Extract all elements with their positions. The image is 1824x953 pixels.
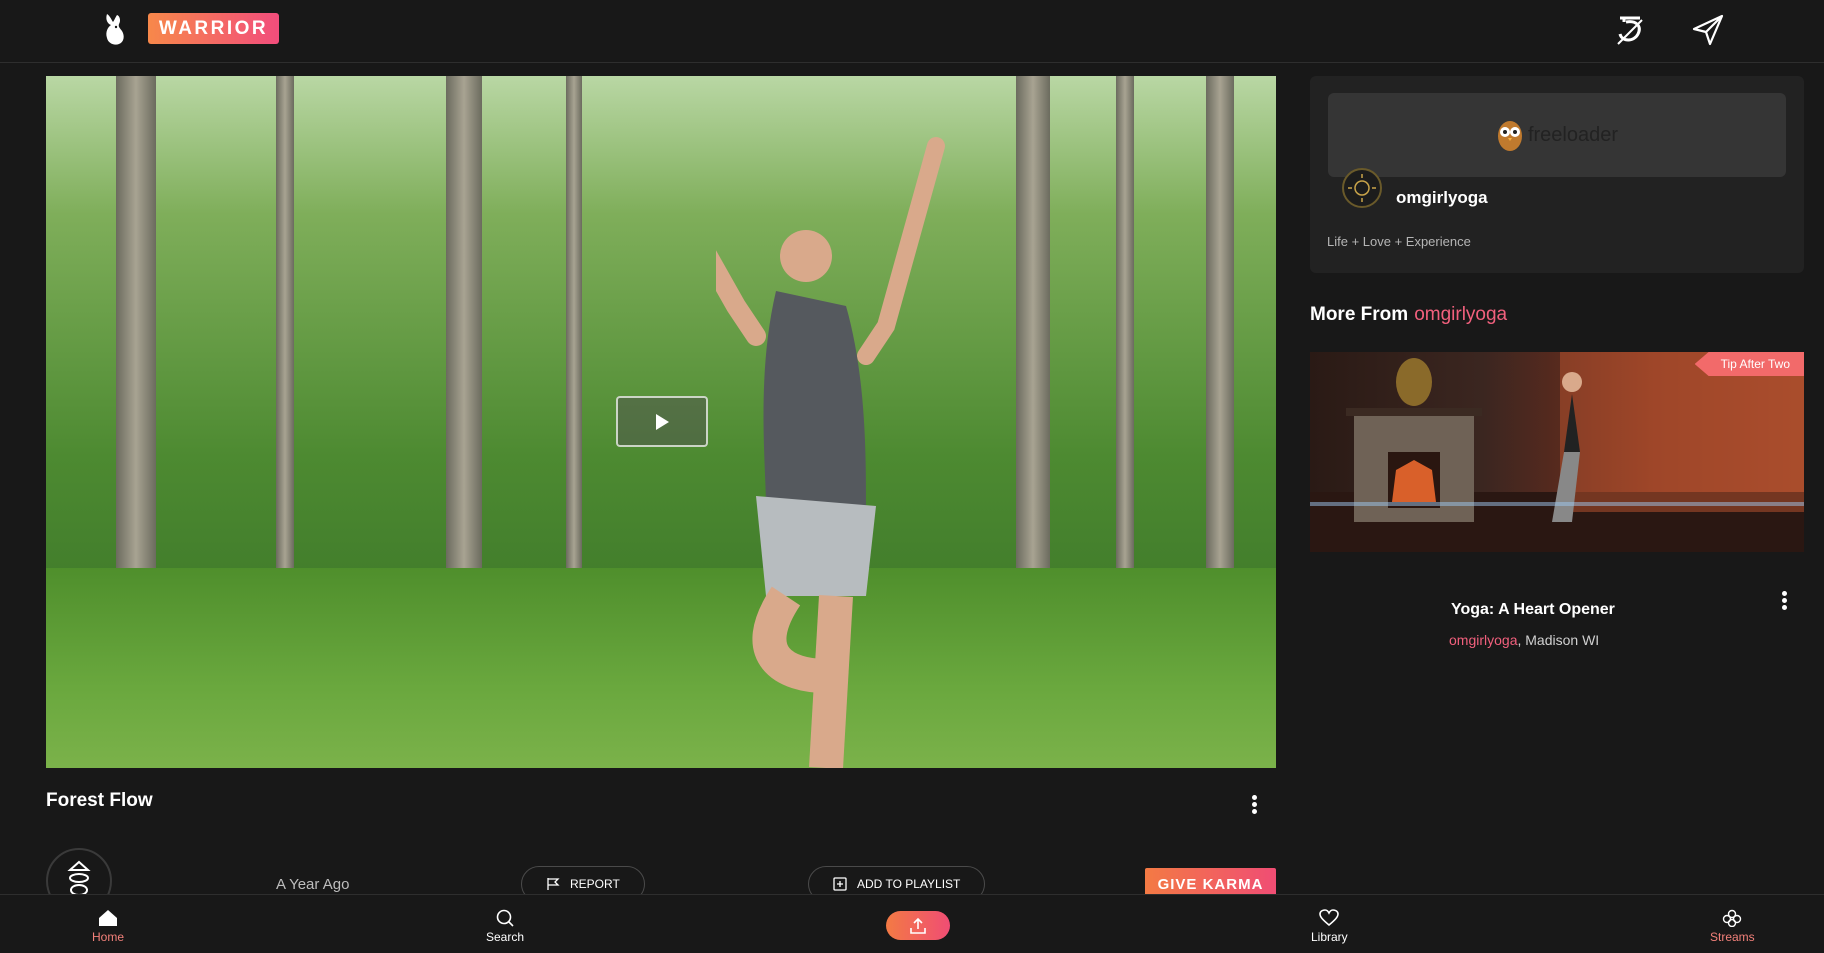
rabbit-logo-icon[interactable] [99,10,129,50]
nav-streams[interactable]: Streams [1710,909,1755,944]
playlist-add-icon [833,877,847,891]
channel-description: Life + Love + Experience [1327,234,1471,249]
nav-library[interactable]: Library [1311,909,1348,944]
home-icon [99,910,117,926]
search-icon [496,909,514,927]
nav-search-label: Search [486,930,525,944]
flag-icon [547,878,560,890]
add-to-playlist-label: ADD TO PLAYLIST [857,877,961,891]
nav-home-label: Home [92,930,125,944]
owl-logo-icon [1497,121,1522,151]
more-from-heading: More From omgirlyoga [1310,304,1507,326]
channel-name[interactable]: omgirlyoga [1396,188,1488,208]
channel-avatar[interactable] [1342,168,1382,208]
nav-library-label: Library [1311,930,1348,944]
play-icon [656,413,669,430]
nav-home[interactable]: Home [92,909,124,944]
more-from-channel-link[interactable]: omgirlyoga [1414,304,1507,325]
posted-time: A Year Ago [276,876,350,893]
paper-plane-icon[interactable] [1690,12,1726,48]
upload-icon [910,917,926,934]
recommended-location: , Madison WI [1517,632,1600,648]
tip-tag: Tip After Two [1694,352,1804,376]
yoga-figure [716,137,945,768]
video-more-options-button[interactable] [1250,795,1258,817]
rank-badge: WARRIOR [148,13,279,44]
heart-icon [1319,909,1340,927]
recommended-video-thumbnail[interactable]: Tip After Two [1310,352,1804,552]
nav-search[interactable]: Search [486,909,524,944]
recommended-video-meta: omgirlyoga, Madison WI [1449,632,1599,648]
thumbnail-image [1310,352,1804,552]
recommended-video-title[interactable]: Yoga: A Heart Opener [1451,601,1615,619]
channel-card: freeloader omgirlyoga Life + Love + Expe… [1310,76,1804,273]
streams-icon [1723,909,1742,927]
bottom-nav: Home Search Library Streams [0,894,1824,953]
recommended-channel-link[interactable]: omgirlyoga [1449,632,1517,648]
video-title: Forest Flow [46,790,153,811]
upload-button[interactable] [886,911,950,940]
sponsor-logo-text: freeloader [1527,123,1619,146]
sun-moon-logo-icon [1348,174,1376,202]
nav-streams-label: Streams [1710,930,1755,944]
more-from-prefix: More From [1310,304,1409,325]
karma-coin-icon[interactable] [1612,12,1648,48]
sponsor-banner[interactable]: freeloader [1328,93,1786,177]
play-button[interactable] [616,396,708,447]
video-player[interactable] [46,76,1276,768]
report-label: REPORT [570,877,620,891]
recommended-more-options-button[interactable] [1780,591,1788,613]
top-bar: WARRIOR [0,0,1824,63]
